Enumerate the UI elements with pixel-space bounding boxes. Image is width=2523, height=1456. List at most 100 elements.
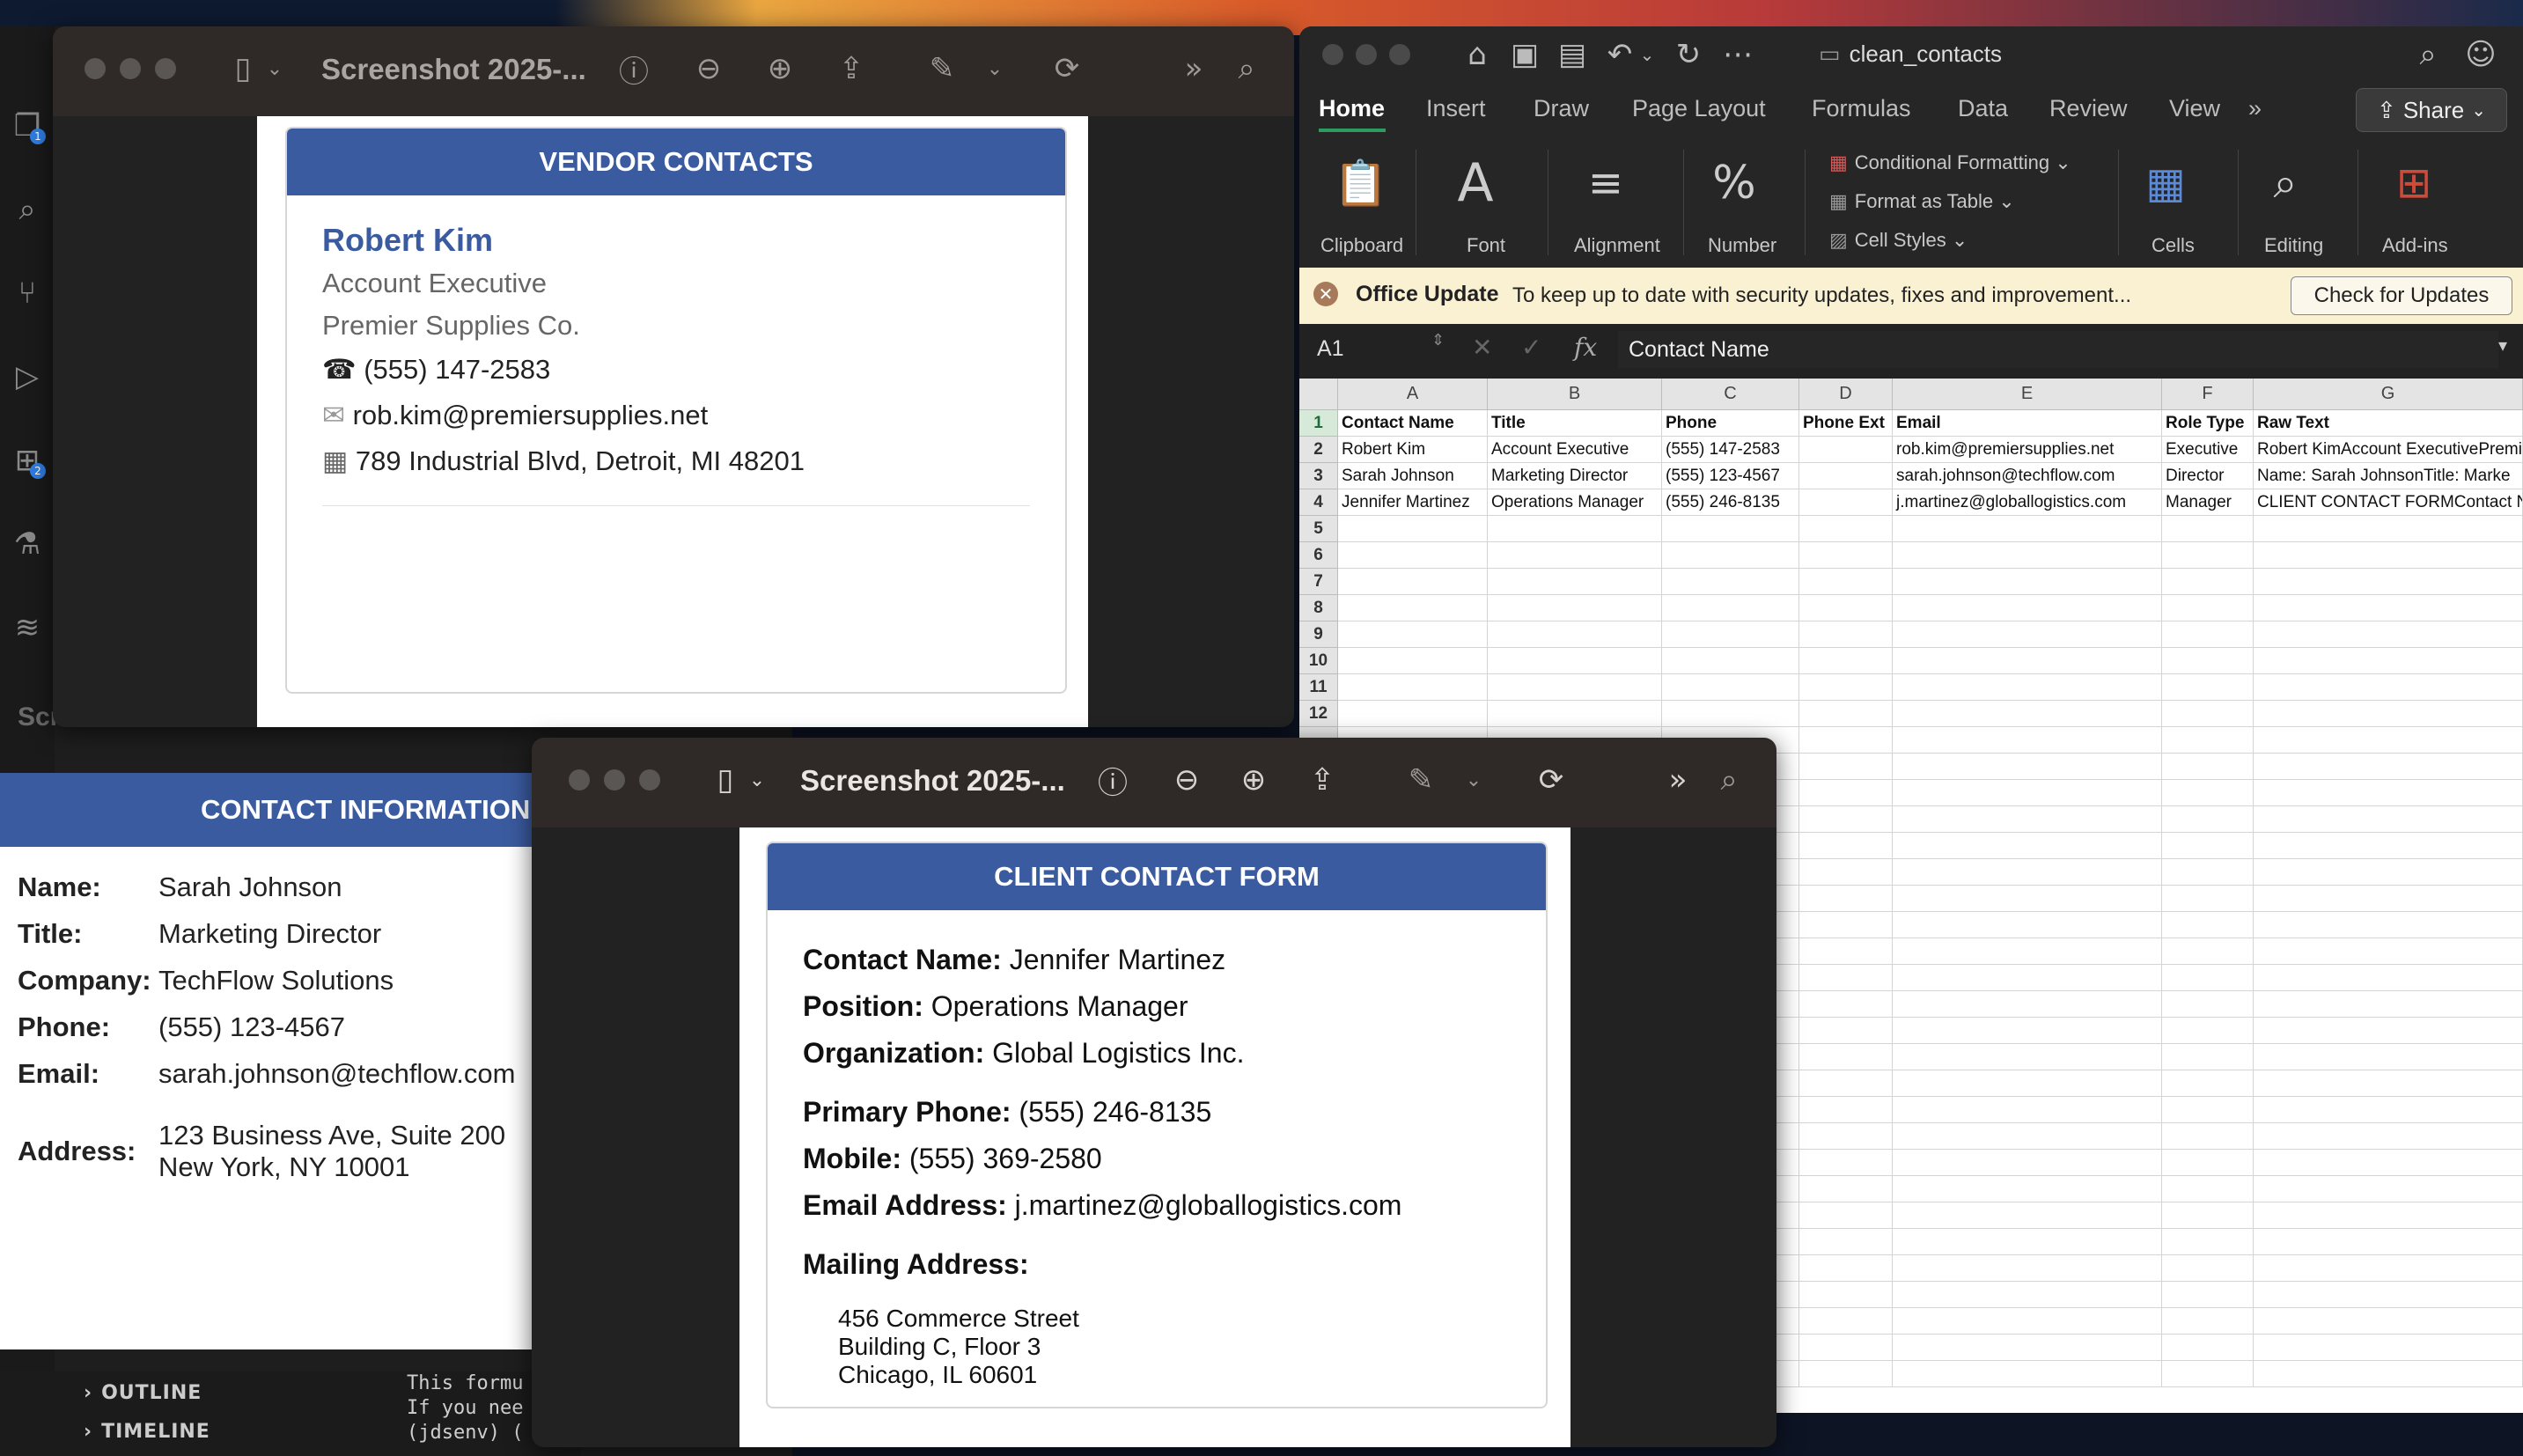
row-header[interactable]: 1 (1299, 410, 1338, 437)
table-cell[interactable] (1799, 965, 1893, 991)
table-cell[interactable] (1799, 595, 1893, 621)
table-cell[interactable] (2254, 1070, 2523, 1097)
table-cell[interactable] (1799, 1282, 1893, 1308)
table-cell[interactable] (1893, 1044, 2162, 1070)
table-cell[interactable] (1799, 648, 1893, 674)
table-cell[interactable] (2162, 991, 2254, 1018)
table-cell[interactable] (2254, 886, 2523, 912)
table-cell[interactable] (1893, 621, 2162, 648)
table-cell[interactable] (1893, 886, 2162, 912)
minimize-button[interactable] (604, 769, 625, 791)
table-cell[interactable] (2254, 1044, 2523, 1070)
name-box-stepper-icon[interactable]: ⇕ (1431, 331, 1445, 349)
table-cell[interactable] (2254, 1202, 2523, 1229)
zoom-in-icon[interactable]: ⊕ (1236, 762, 1271, 798)
check-for-updates-button[interactable]: Check for Updates (2291, 276, 2512, 315)
table-cell[interactable] (1338, 621, 1488, 648)
markup-pen-icon[interactable]: ✎ (924, 51, 960, 86)
share-icon[interactable]: ⇪ (1305, 762, 1340, 798)
table-cell[interactable] (2162, 1123, 2254, 1150)
table-cell[interactable] (1893, 648, 2162, 674)
table-cell[interactable] (1893, 859, 2162, 886)
tab-insert[interactable]: Insert (1426, 95, 1486, 122)
outline-section[interactable]: › OUTLINE (84, 1382, 202, 1404)
table-cell[interactable]: CLIENT CONTACT FORMContact Na (2254, 489, 2523, 516)
enter-check-icon[interactable]: ✓ (1521, 333, 1541, 362)
table-cell[interactable] (1799, 1018, 1893, 1044)
redo-icon[interactable]: ↻ (1671, 37, 1706, 72)
row-header[interactable]: 2 (1299, 437, 1338, 463)
table-cell[interactable] (2162, 621, 2254, 648)
zoom-in-icon[interactable]: ⊕ (762, 51, 798, 86)
table-cell[interactable] (2162, 1150, 2254, 1176)
table-cell[interactable] (2162, 727, 2254, 754)
table-cell[interactable] (2162, 1361, 2254, 1387)
table-cell[interactable]: Operations Manager (1488, 489, 1662, 516)
table-cell[interactable] (1799, 674, 1893, 701)
timeline-section[interactable]: › TIMELINE (84, 1421, 210, 1443)
row-header[interactable]: 4 (1299, 489, 1338, 516)
table-cell[interactable] (2162, 701, 2254, 727)
cell-styles-button[interactable]: ▨ Cell Styles ⌄ (1829, 229, 1968, 252)
table-cell[interactable] (1662, 569, 1799, 595)
table-cell[interactable] (1893, 516, 2162, 542)
table-cell[interactable] (2162, 648, 2254, 674)
table-cell[interactable] (2162, 569, 2254, 595)
table-cell[interactable] (1893, 1202, 2162, 1229)
table-cell[interactable] (1799, 1097, 1893, 1123)
table-cell[interactable] (2254, 648, 2523, 674)
table-cell[interactable]: (555) 246-8135 (1662, 489, 1799, 516)
share-button[interactable]: ⇪ Share ⌄ (2356, 88, 2507, 132)
table-cell[interactable] (1799, 1150, 1893, 1176)
search-icon[interactable]: ⌕ (1711, 762, 1747, 798)
column-header-b[interactable]: B (1488, 379, 1662, 410)
table-cell[interactable] (1893, 1308, 2162, 1335)
table-cell[interactable]: (555) 123-4567 (1662, 463, 1799, 489)
tab-page-layout[interactable]: Page Layout (1632, 95, 1766, 122)
table-cell[interactable]: Sarah Johnson (1338, 463, 1488, 489)
minimize-button[interactable] (120, 58, 141, 79)
table-cell[interactable] (1799, 489, 1893, 516)
table-cell[interactable] (1338, 701, 1488, 727)
table-cell[interactable] (1893, 806, 2162, 833)
table-cell[interactable] (1799, 1044, 1893, 1070)
home-icon[interactable]: ⌂ (1460, 37, 1495, 72)
clipboard-icon[interactable]: 📋 (1334, 157, 1388, 210)
more-chevron-icon[interactable]: » (1176, 51, 1211, 86)
table-cell[interactable] (1799, 701, 1893, 727)
close-button[interactable] (569, 769, 590, 791)
table-cell[interactable] (2162, 1282, 2254, 1308)
table-cell[interactable] (2254, 754, 2523, 780)
table-cell[interactable]: Phone Ext (1799, 410, 1893, 437)
minimize-button[interactable] (1356, 44, 1377, 65)
font-icon[interactable]: A (1449, 152, 1502, 214)
table-cell[interactable]: Jennifer Martinez (1338, 489, 1488, 516)
table-cell[interactable] (1799, 912, 1893, 938)
table-cell[interactable] (1799, 1176, 1893, 1202)
table-cell[interactable] (1799, 437, 1893, 463)
zoom-button[interactable] (639, 769, 660, 791)
table-cell[interactable] (1799, 1255, 1893, 1282)
table-cell[interactable] (1893, 1176, 2162, 1202)
table-cell[interactable] (1662, 701, 1799, 727)
tab-data[interactable]: Data (1958, 95, 2008, 122)
search-icon[interactable]: ⌕ (7, 189, 48, 230)
table-cell[interactable] (2162, 754, 2254, 780)
table-cell[interactable] (1893, 1282, 2162, 1308)
more-icon[interactable]: ⋯ (1720, 37, 1755, 72)
table-cell[interactable] (1488, 595, 1662, 621)
column-header-e[interactable]: E (1893, 379, 2162, 410)
table-cell[interactable]: sarah.johnson@techflow.com (1893, 463, 2162, 489)
close-button[interactable] (1322, 44, 1343, 65)
rotate-icon[interactable]: ⟳ (1049, 51, 1085, 86)
table-cell[interactable] (2254, 516, 2523, 542)
info-icon[interactable]: ⓘ (1095, 762, 1130, 801)
table-cell[interactable] (2162, 859, 2254, 886)
table-cell[interactable] (2254, 1308, 2523, 1335)
conditional-formatting-button[interactable]: ▦ Conditional Formatting ⌄ (1829, 151, 2071, 174)
table-cell[interactable] (2254, 595, 2523, 621)
sidebar-toggle-icon[interactable]: ▯ (225, 51, 261, 86)
table-cell[interactable] (2254, 1176, 2523, 1202)
table-cell[interactable] (2254, 806, 2523, 833)
save-icon[interactable]: ▣ (1507, 37, 1542, 72)
